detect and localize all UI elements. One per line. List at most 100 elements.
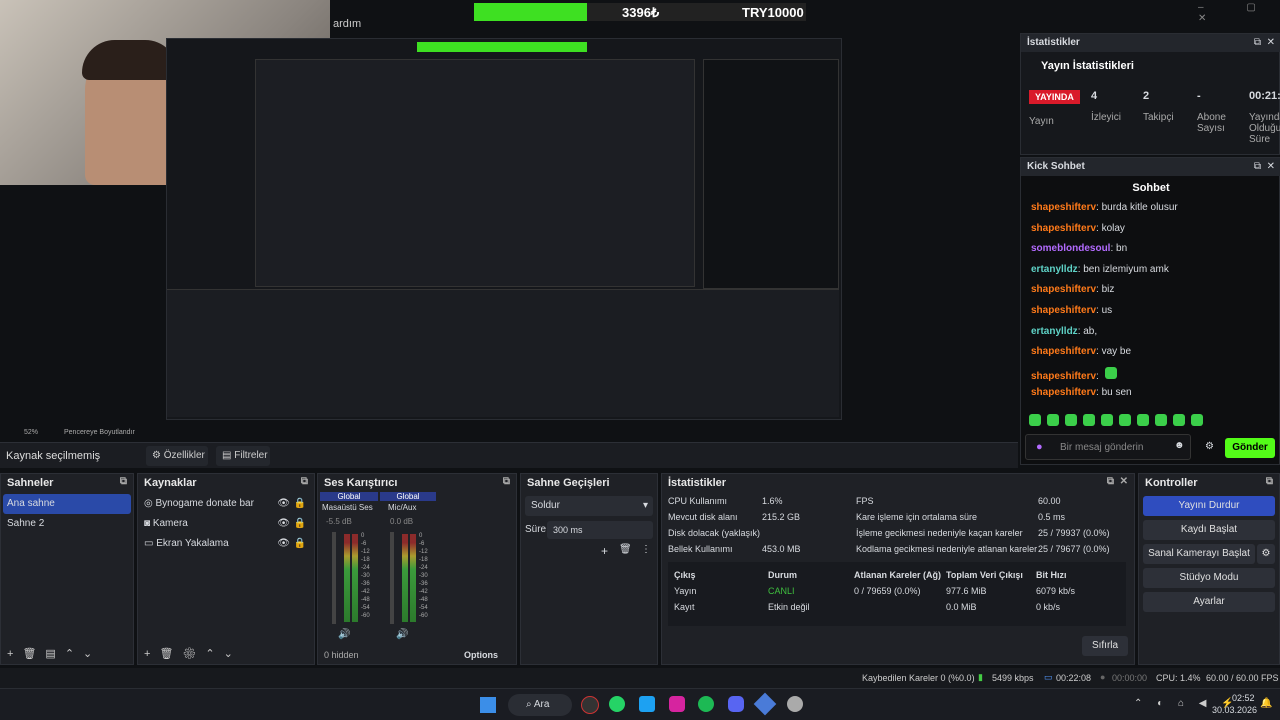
spotify-icon[interactable] (698, 696, 714, 712)
emote-icon[interactable] (1155, 414, 1167, 426)
add-scene-icon[interactable]: + (7, 648, 22, 660)
source-item[interactable]: ▭ Ekran Yakalama 👁 🔒 (140, 534, 312, 554)
preview-canvas[interactable] (166, 38, 842, 420)
start-record-button[interactable]: Kaydı Başlat (1143, 520, 1275, 540)
options-button[interactable]: Options (464, 650, 498, 660)
move-up-icon[interactable]: ⌃ (205, 648, 223, 660)
chat-username[interactable]: shapeshifterv (1031, 387, 1096, 398)
emoji-icon[interactable]: ☻ (1174, 440, 1185, 451)
remove-source-icon[interactable]: 🗑 (159, 648, 182, 660)
dock-float-icon[interactable]: ⧉ (301, 476, 308, 487)
studio-mode-button[interactable]: Stüdyo Modu (1143, 568, 1275, 588)
app-icon[interactable] (753, 692, 777, 716)
clock-time[interactable]: 02:52 (1232, 693, 1255, 703)
filters-button[interactable]: ▤ Filtreler (216, 446, 270, 466)
emote-icon[interactable] (1191, 414, 1203, 426)
steam-icon[interactable] (787, 696, 803, 712)
hidden-count[interactable]: 0 hidden (324, 650, 359, 660)
volume-slider-2[interactable] (390, 532, 394, 624)
lock-icon[interactable]: 🔒 (294, 514, 306, 534)
dock-float-icon[interactable]: ⧉ (1266, 476, 1273, 487)
virtual-cam-button[interactable]: Sanal Kamerayı Başlat (1143, 544, 1255, 564)
discord-icon[interactable] (728, 696, 744, 712)
lock-icon[interactable]: 🔒 (294, 494, 306, 514)
taskbar-search[interactable]: ⌕ Ara (508, 694, 572, 716)
stop-stream-button[interactable]: Yayını Durdur (1143, 496, 1275, 516)
add-source-icon[interactable]: + (144, 648, 159, 660)
obs-taskbar-icon[interactable] (581, 696, 599, 714)
chat-username[interactable]: ertanylldz (1031, 326, 1078, 337)
emote-icon[interactable] (1173, 414, 1185, 426)
nested-donation-bar (417, 42, 587, 52)
close-icon[interactable]: ✕ (1267, 37, 1275, 48)
emote-icon[interactable] (1029, 414, 1041, 426)
settings-button[interactable]: Ayarlar (1143, 592, 1275, 612)
chat-username[interactable]: shapeshifterv (1031, 284, 1096, 295)
chat-input[interactable]: ● Bir mesaj gönderin ☻ (1025, 434, 1191, 460)
duration-input[interactable]: 300 ms (547, 521, 653, 539)
properties-button[interactable]: ⚙ Özellikler (146, 446, 208, 466)
dock-float-icon[interactable]: ⧉ (503, 476, 510, 487)
move-down-icon[interactable]: ⌄ (83, 648, 101, 660)
emote-icon[interactable] (1047, 414, 1059, 426)
remove-scene-icon[interactable]: 🗑 (22, 648, 45, 660)
emote-icon[interactable] (1119, 414, 1131, 426)
chat-username[interactable]: ertanylldz (1031, 264, 1078, 275)
transition-menu-icon[interactable]: ⋮ (641, 544, 651, 555)
transition-select[interactable]: Soldur ▾ (525, 496, 653, 516)
gear-icon[interactable]: ⚙ (182, 648, 205, 660)
volume-slider-1[interactable] (332, 532, 336, 624)
channel-db: 0.0 dB (390, 517, 414, 526)
window-controls[interactable]: – ▢ ✕ (1198, 2, 1278, 24)
clock-date[interactable]: 30.03.2026 (1212, 705, 1257, 715)
stats-dock: İstatistikler ⧉ ✕ CPU Kullanımı 1.6% Mevcut … (661, 473, 1135, 665)
emote-icon[interactable] (1083, 414, 1095, 426)
transition-add-icon[interactable]: + (601, 544, 608, 558)
visibility-icon[interactable]: 👁 (277, 494, 290, 514)
move-down-icon[interactable]: ⌄ (224, 648, 242, 660)
windows-start-icon[interactable] (480, 697, 496, 713)
emote-icon[interactable] (1065, 414, 1077, 426)
send-button[interactable]: Gönder (1225, 438, 1275, 458)
search-label: Ara (533, 699, 550, 710)
source-item[interactable]: ◙ Kamera 👁 🔒 (140, 514, 312, 534)
zoom-label[interactable]: 52% (24, 429, 38, 436)
source-item[interactable]: ◎ Bynogame donate bar 👁 🔒 (140, 494, 312, 514)
lock-icon[interactable]: 🔒 (294, 534, 306, 554)
dock-float-icon[interactable]: ⧉ (1107, 476, 1114, 487)
chat-settings-icon[interactable]: ⚙ (1205, 441, 1214, 452)
move-up-icon[interactable]: ⌃ (65, 648, 83, 660)
notification-icon[interactable]: 🔔 (1260, 698, 1272, 709)
whatsapp-icon[interactable] (609, 696, 625, 712)
twitter-icon[interactable] (639, 696, 655, 712)
chat-username[interactable]: shapeshifterv (1031, 202, 1096, 213)
chat-username[interactable]: someblondesoul (1031, 243, 1110, 254)
emote-icon[interactable] (1137, 414, 1149, 426)
scene-filter-icon[interactable]: ▤ (45, 648, 64, 660)
reset-button[interactable]: Sıfırla (1082, 636, 1128, 656)
visibility-icon[interactable]: 👁 (277, 514, 290, 534)
visibility-icon[interactable]: 👁 (277, 534, 290, 554)
dock-float-icon[interactable]: ⧉ (1254, 37, 1261, 48)
scene-item[interactable]: Ana sahne (3, 494, 131, 514)
chat-username[interactable]: shapeshifterv (1031, 305, 1096, 316)
emote-icon[interactable] (1101, 414, 1113, 426)
dock-float-icon[interactable]: ⧉ (120, 476, 127, 487)
instagram-icon[interactable] (669, 696, 685, 712)
chat-username[interactable]: shapeshifterv (1031, 371, 1096, 382)
fit-label[interactable]: Pencereye Boyutlandır (64, 429, 135, 436)
virtual-cam-gear-icon[interactable]: ⚙ (1257, 544, 1275, 564)
close-icon[interactable]: ✕ (1267, 161, 1275, 172)
transition-remove-icon[interactable]: 🗑 (619, 544, 632, 555)
mic-icon: ● (1036, 441, 1043, 453)
dock-float-icon[interactable]: ⧉ (1254, 161, 1261, 172)
menu-partial[interactable]: ardım (333, 18, 361, 30)
scene-item[interactable]: Sahne 2 (3, 514, 131, 534)
mute-icon[interactable]: 🔊 (338, 629, 350, 640)
chat-message: shapeshifterv: (1031, 366, 1123, 382)
chat-username[interactable]: shapeshifterv (1031, 346, 1096, 357)
close-icon[interactable]: ✕ (1120, 476, 1128, 487)
mute-icon[interactable]: 🔊 (396, 629, 408, 640)
chat-username[interactable]: shapeshifterv (1031, 223, 1096, 234)
stat-value: 25 / 79937 (0.0%) (1038, 528, 1110, 538)
